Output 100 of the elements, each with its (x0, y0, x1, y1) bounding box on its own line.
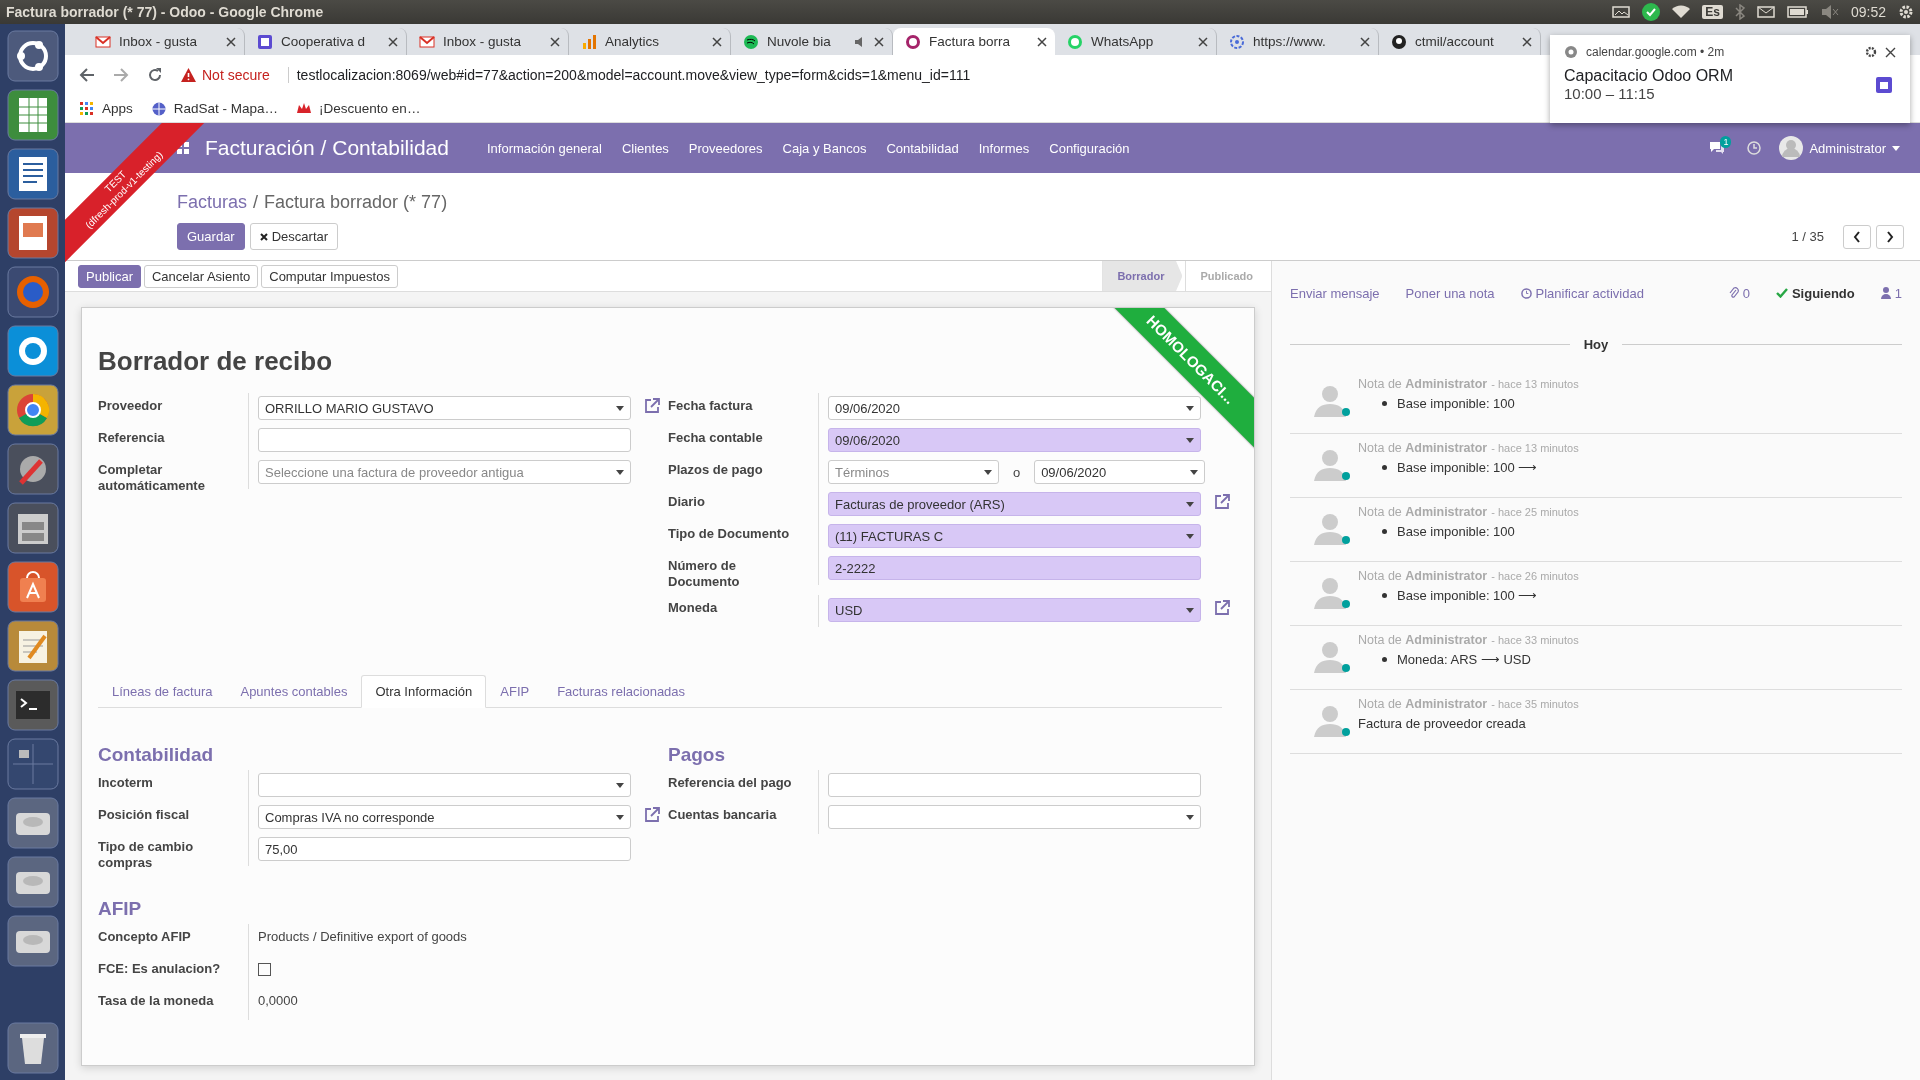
select-field[interactable]: Facturas de proveedor (ARS) (828, 492, 1201, 516)
external-link-icon[interactable] (1213, 493, 1231, 511)
send-message-link[interactable]: Enviar mensaje (1290, 285, 1380, 301)
select-field[interactable]: 09/06/2020 (828, 428, 1201, 452)
external-link-icon[interactable] (1213, 599, 1231, 617)
select-field[interactable]: 09/06/2020 (1034, 460, 1205, 484)
message-body: Base imponible: 100 ⟶ (1397, 460, 1538, 475)
select-field[interactable]: Seleccione una factura de proveedor antigua (258, 460, 631, 484)
breadcrumb-link[interactable]: Facturas (177, 191, 248, 213)
volume-muted-icon[interactable] (1820, 5, 1839, 19)
close-icon[interactable] (874, 36, 884, 47)
menu-item[interactable]: Configuración (1039, 140, 1140, 156)
external-link-icon[interactable] (643, 806, 661, 824)
clock-icon[interactable] (1747, 141, 1762, 155)
menu-item[interactable]: Información general (477, 140, 612, 156)
bluetooth-icon[interactable] (1734, 4, 1745, 20)
schedule-activity-link[interactable]: Planificar actividad (1520, 285, 1644, 301)
previous-button[interactable] (1843, 224, 1871, 249)
close-icon[interactable] (1198, 36, 1208, 47)
attachments-button[interactable]: 0 (1728, 285, 1750, 301)
spreadsheet-icon[interactable] (6, 89, 59, 141)
user-menu[interactable]: Administrator (1779, 136, 1900, 160)
select-field[interactable] (258, 773, 631, 797)
select-field[interactable]: ORRILLO MARIO GUSTAVO (258, 396, 631, 420)
clock[interactable]: 09:52 (1850, 4, 1886, 20)
action-button[interactable]: Cancelar Asiento (143, 264, 259, 288)
notebook-tab[interactable]: Apuntes contables (226, 675, 362, 708)
menu-item[interactable]: Caja y Bancos (772, 140, 877, 156)
caret-icon (1186, 405, 1194, 411)
keyboard-layout-indicator[interactable]: Es (1702, 5, 1723, 19)
close-icon[interactable] (388, 36, 398, 47)
caret-icon (616, 814, 624, 820)
close-icon[interactable] (226, 36, 236, 47)
discard-button[interactable]: Descartar (249, 223, 339, 250)
status-step[interactable]: Borrador (1102, 261, 1183, 291)
bookmark[interactable]: RadSat - Mapa… (150, 100, 279, 116)
next-button[interactable] (1876, 224, 1904, 249)
close-icon[interactable] (1522, 36, 1532, 47)
notebook-tab[interactable]: Otra Información (361, 675, 487, 708)
document-icon[interactable] (6, 148, 59, 200)
follow-button[interactable]: Siguiendo (1775, 285, 1855, 301)
bookmark[interactable]: ¡Descuento en… (296, 100, 421, 116)
browser-tab[interactable]: Factura borra (893, 28, 1055, 55)
save-button[interactable]: Guardar (177, 223, 245, 250)
cabinet-icon[interactable] (6, 502, 59, 554)
menu-item[interactable]: Informes (968, 140, 1040, 156)
bookmark[interactable]: Apps (79, 100, 133, 116)
select-field[interactable]: (11) FACTURAS C (828, 524, 1201, 548)
checkbox[interactable] (258, 963, 271, 976)
field-label: FCE: Es anulacion? (98, 960, 222, 978)
input-field[interactable]: 75,00 (258, 837, 631, 861)
close-icon[interactable] (1885, 46, 1896, 58)
settings-icon[interactable] (1865, 46, 1877, 58)
shopping-bag-icon[interactable] (6, 561, 59, 613)
drive-icon[interactable] (6, 915, 59, 967)
input-field[interactable] (828, 773, 1201, 797)
notebook-tab[interactable]: AFIP (486, 675, 544, 708)
workspace-grid-icon[interactable] (6, 738, 59, 790)
close-icon[interactable] (550, 36, 560, 47)
close-icon[interactable] (1037, 36, 1047, 47)
notebook-tab[interactable]: Facturas relacionadas (543, 675, 700, 708)
display-icon[interactable] (1612, 6, 1631, 18)
trash-icon[interactable] (6, 1022, 59, 1074)
primary-action-button[interactable]: Publicar (78, 264, 141, 288)
ubuntu-logo-icon[interactable] (6, 30, 59, 82)
terminal-icon[interactable] (6, 679, 59, 731)
drive-icon[interactable] (6, 797, 59, 849)
menu-item[interactable]: Clientes (611, 140, 679, 156)
check-circle-icon[interactable] (1642, 3, 1661, 21)
followers-button[interactable]: 1 (1880, 285, 1902, 301)
external-link-icon[interactable] (643, 397, 661, 415)
select-field[interactable] (828, 805, 1201, 829)
message-body: Base imponible: 100 ⟶ (1397, 588, 1538, 603)
input-field[interactable] (258, 428, 631, 452)
input-field[interactable]: 2-2222 (828, 556, 1201, 580)
menu-item[interactable]: Proveedores (678, 140, 773, 156)
close-icon[interactable] (712, 36, 722, 47)
wifi-icon[interactable] (1672, 5, 1691, 19)
close-icon[interactable] (1360, 36, 1370, 47)
presentation-icon[interactable] (6, 207, 59, 259)
reload-icon[interactable] (147, 66, 163, 83)
select-field[interactable]: Compras IVA no corresponde (258, 805, 631, 829)
log-note-link[interactable]: Poner una nota (1405, 285, 1495, 301)
address-bar[interactable]: testlocalizacion:8069/web#id=77&action=200&model=account.move&view_type=form&cids=1&menu_id=111 (287, 66, 971, 83)
menu-item[interactable]: Contabilidad (876, 140, 969, 156)
notebook-tab[interactable]: Líneas de factura (98, 675, 227, 708)
avatar-icon (1312, 447, 1348, 483)
mail-icon[interactable] (1756, 6, 1775, 18)
back-icon[interactable] (79, 66, 95, 83)
select-field[interactable]: 09/06/2020 (828, 396, 1201, 420)
security-warning[interactable]: Not secure (181, 66, 270, 83)
select-field[interactable]: USD (828, 598, 1201, 622)
notepad-icon[interactable] (6, 620, 59, 672)
drive-icon[interactable] (6, 856, 59, 908)
select-field[interactable]: Términos (828, 460, 999, 484)
battery-icon[interactable] (1786, 6, 1809, 18)
circle-logo-icon[interactable] (6, 384, 59, 436)
field-label: Incoterm (98, 774, 154, 792)
pager-value[interactable]: 1 / 35 (1791, 229, 1824, 244)
action-button[interactable]: Computar Impuestos (261, 264, 398, 288)
